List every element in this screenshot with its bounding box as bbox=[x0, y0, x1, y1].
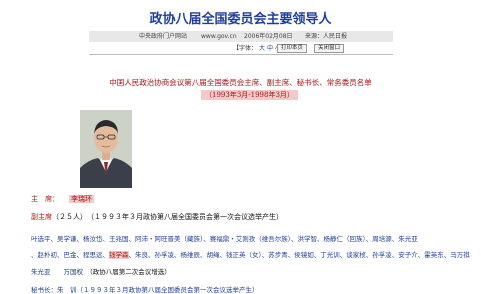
vice-names-after: 、朱良、孙孚凌、杨维辰、胡绳、钱正英（女）、苏步青、侯镜如、丁光训、谈家桢、孙孚… bbox=[128, 251, 470, 259]
chairman-name: 李瑞环 bbox=[69, 195, 94, 203]
vice-chair-names-line-2: 、赵朴初、巴金、程思远、钱学森、朱良、孙孚凌、杨维辰、胡绳、钱正英（女）、苏步青… bbox=[31, 249, 470, 259]
vice-chair-label: 副主席 bbox=[31, 213, 52, 221]
vice-names-before: 、赵朴初、巴金、程思远、 bbox=[31, 251, 109, 259]
list-subtitle: 中国人民政治协商会议第八届全国委员会主席、副主席、秘书长、常务委员名单 bbox=[109, 78, 372, 87]
font-size-large[interactable]: 大 bbox=[259, 45, 265, 52]
vice-chair-count: （２５人） bbox=[52, 213, 84, 221]
chairman-portrait bbox=[80, 110, 132, 188]
vice-chair-note: （１９９３年３月政协第八届全国委员会第一次会议选举产生） bbox=[90, 213, 284, 221]
vice-chair-names-line-3: 朱光亚 万国权 （政协八届第二次会议增选） bbox=[31, 266, 171, 276]
vice-chair-names-line-1: 叶选平、吴学谦、杨汝岱、王兆国、阿沛・阿旺晋美（藏族）、赛福鼎・艾则孜（维吾尔族… bbox=[31, 235, 418, 243]
publish-date: 2006年02月08日 bbox=[244, 33, 293, 40]
vice-chair-heading: 副主席（２５人） （１９９３年３月政协第八届全国委员会第一次会议选举产生） bbox=[31, 212, 283, 222]
close-window-button[interactable]: 关闭窗口 bbox=[314, 44, 345, 53]
added-vice-note: （政协八届第二次会议增选） bbox=[89, 268, 171, 276]
source-site: 中央政府门户网站 bbox=[139, 33, 188, 40]
date-range: （1993年3月-1998年3月） bbox=[201, 90, 298, 100]
chairman-row: 主 席： 李瑞环 bbox=[31, 194, 94, 204]
secretary-general-row: 秘书长：朱 训（１９９３年３月政协第八届全国委员会第一次会议选举产生） bbox=[31, 286, 259, 294]
page-title: 政协八届全国委员会主要领导人 bbox=[149, 12, 332, 27]
site-url: www.gov.cn bbox=[201, 33, 237, 40]
print-button[interactable]: 打印本页 bbox=[277, 44, 308, 53]
added-vice-names: 朱光亚 万国权 bbox=[31, 268, 83, 276]
highlighted-name: 钱学森 bbox=[109, 251, 129, 259]
article-controls: 【字体：大中小】 打印本页 关闭窗口 bbox=[89, 43, 393, 55]
portrait-image bbox=[80, 110, 132, 188]
source-label: 来源：人民日报 bbox=[305, 33, 348, 40]
chairman-label: 主 席： bbox=[31, 195, 59, 203]
article-meta-bar: 中央政府门户网站 www.gov.cn 2006年02月08日 来源：人民日报 bbox=[89, 31, 393, 42]
font-size-medium[interactable]: 中 bbox=[267, 45, 273, 52]
